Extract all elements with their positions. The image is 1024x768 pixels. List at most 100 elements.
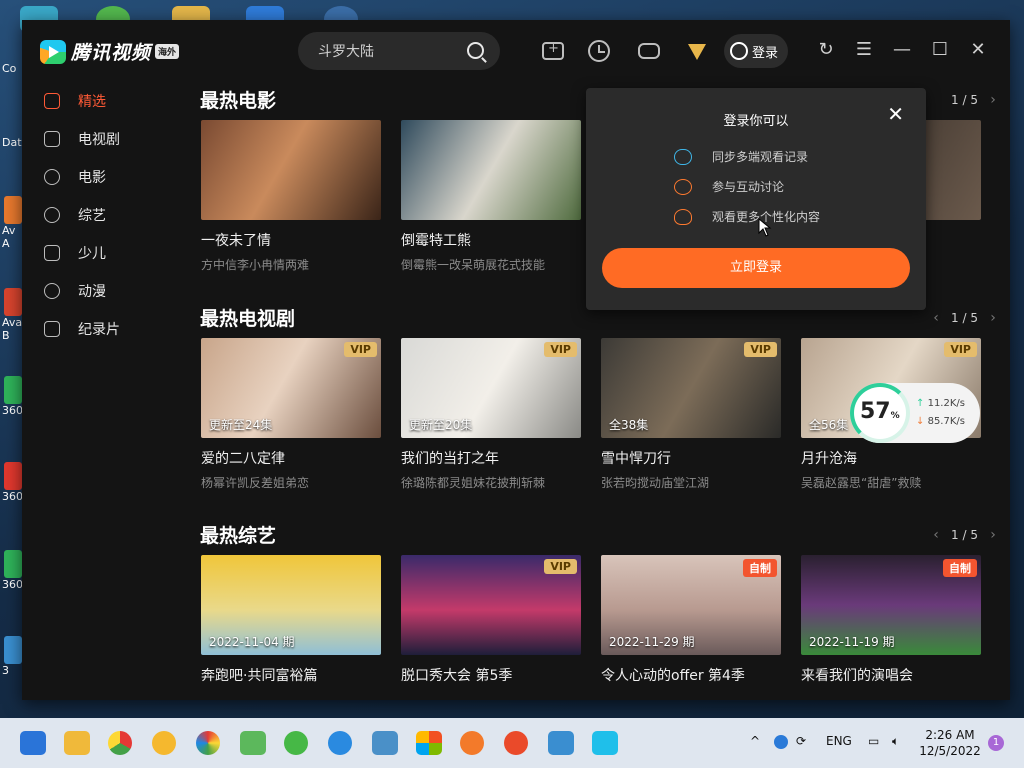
notification-badge[interactable]: 1: [988, 735, 1004, 751]
vip-icon[interactable]: [688, 44, 706, 60]
photos-icon[interactable]: [372, 731, 398, 755]
volume-icon[interactable]: 🔈︎: [892, 734, 899, 749]
brand-tag: 海外: [155, 44, 180, 59]
pager-prev-icon[interactable]: ‹: [929, 310, 943, 326]
video-thumbnail[interactable]: 2022-11-04 期: [201, 555, 381, 655]
video-card[interactable]: VIP 脱口秀大会 第5季: [401, 555, 581, 685]
system-clock[interactable]: 2:26 AM 12/5/2022: [918, 727, 982, 759]
video-title[interactable]: 爱的二八定律: [201, 448, 381, 468]
sidebar-item-label: 少儿: [78, 246, 106, 262]
gamepad-icon[interactable]: [638, 43, 660, 59]
video-title[interactable]: 令人心动的offer 第4季: [601, 665, 781, 685]
vip-badge: VIP: [944, 342, 977, 357]
video-card[interactable]: VIP 全38集 雪中悍刀行 张若昀搅动庙堂江湖: [601, 338, 781, 491]
video-thumbnail[interactable]: VIP: [401, 555, 581, 655]
desktop-icon[interactable]: Dat: [0, 136, 22, 149]
sidebar-item-label: 电视剧: [78, 132, 120, 148]
video-card[interactable]: VIP 更新至20集 我们的当打之年 徐璐陈都灵姐妹花披荆斩棘: [401, 338, 581, 491]
history-clock-icon[interactable]: [588, 40, 610, 62]
security-shield-icon[interactable]: [152, 731, 176, 755]
pager-next-icon[interactable]: ›: [986, 527, 1000, 543]
sidebar-item-documentary[interactable]: 纪录片: [22, 310, 182, 348]
sidebar-item-variety[interactable]: 综艺: [22, 196, 182, 234]
tencent-video-taskbar-icon[interactable]: [592, 731, 618, 755]
video-card[interactable]: 自制 2022-11-19 期 来看我们的演唱会: [801, 555, 981, 685]
pager-prev-icon[interactable]: ‹: [929, 527, 943, 543]
sidebar-item-anime[interactable]: 动漫: [22, 272, 182, 310]
video-title[interactable]: 倒霉特工熊: [401, 230, 581, 250]
video-title[interactable]: 一夜未了情: [201, 230, 381, 250]
app-logo[interactable]: 腾讯视频 海外: [40, 38, 180, 65]
network-icon[interactable]: ▭: [868, 734, 879, 748]
tray-overflow-icon[interactable]: ^: [750, 734, 760, 748]
vip-badge: VIP: [544, 342, 577, 357]
desktop-icon[interactable]: Av A: [0, 196, 22, 250]
video-thumbnail[interactable]: 自制 2022-11-29 期: [601, 555, 781, 655]
sublime-icon[interactable]: [504, 731, 528, 755]
upload-speed: ↑ 11.2K/s: [916, 398, 965, 409]
tray-sync-icon[interactable]: ⟳: [796, 734, 806, 748]
video-card[interactable]: 倒霉特工熊 倒霉熊一改呆萌展花式技能: [401, 120, 581, 273]
video-thumbnail[interactable]: [201, 120, 381, 220]
desktop-icon[interactable]: 360: [0, 550, 23, 591]
video-subtitle: 方中信李小冉情两难: [201, 258, 310, 272]
video-title[interactable]: 雪中悍刀行: [601, 448, 781, 468]
login-now-button[interactable]: 立即登录: [602, 248, 910, 288]
tray-app-icon[interactable]: [774, 735, 788, 749]
minimize-icon[interactable]: —: [890, 38, 914, 62]
chrome-icon[interactable]: [108, 731, 132, 755]
file-explorer-icon[interactable]: [64, 731, 90, 755]
sidebar-item-movie[interactable]: 电影: [22, 158, 182, 196]
ie-browser-icon[interactable]: [328, 731, 352, 755]
video-thumbnail[interactable]: [401, 120, 581, 220]
pager-next-icon[interactable]: ›: [986, 310, 1000, 326]
video-thumbnail[interactable]: VIP 更新至24集: [201, 338, 381, 438]
desktop-icon[interactable]: 360: [0, 376, 23, 417]
video-thumbnail[interactable]: 自制 2022-11-19 期: [801, 555, 981, 655]
bluestacks-icon[interactable]: [240, 731, 266, 755]
desktop-icon-label: 3: [2, 664, 9, 677]
sidebar-item-tv[interactable]: 电视剧: [22, 120, 182, 158]
video-thumbnail[interactable]: VIP 更新至20集: [401, 338, 581, 438]
video-card[interactable]: 2022-11-04 期 奔跑吧·共同富裕篇: [201, 555, 381, 685]
sidebar-item-kids[interactable]: 少儿: [22, 234, 182, 272]
notepad-icon[interactable]: [548, 731, 574, 755]
video-title[interactable]: 来看我们的演唱会: [801, 665, 981, 685]
desktop-icon[interactable]: Ava B: [0, 288, 22, 342]
desktop-icon[interactable]: Co: [0, 62, 22, 75]
pager-next-icon[interactable]: ›: [986, 92, 1000, 108]
video-card[interactable]: VIP 更新至24集 爱的二八定律 杨幂许凯反差姐弟恋: [201, 338, 381, 491]
episode-overlay: 更新至24集: [209, 418, 273, 432]
video-title[interactable]: 奔跑吧·共同富裕篇: [201, 665, 381, 685]
office-icon[interactable]: [416, 731, 442, 755]
color-wheel-app-icon[interactable]: [196, 731, 220, 755]
desktop-icon[interactable]: 360: [0, 462, 23, 503]
refresh-icon[interactable]: ↻: [814, 38, 838, 62]
video-card[interactable]: 自制 2022-11-29 期 令人心动的offer 第4季: [601, 555, 781, 685]
login-button[interactable]: 登录: [724, 34, 788, 68]
maximize-icon[interactable]: ☐: [928, 38, 952, 62]
menu-icon[interactable]: ☰: [852, 38, 876, 62]
play-logo-icon: [40, 39, 66, 64]
video-card[interactable]: 一夜未了情 方中信李小冉情两难: [201, 120, 381, 273]
close-window-icon[interactable]: ✕: [966, 38, 990, 62]
360-browser-icon[interactable]: [284, 731, 308, 755]
search-input[interactable]: [318, 43, 458, 59]
network-speed-widget[interactable]: 57% ↑ 11.2K/s ↓ 85.7K/s: [850, 383, 980, 443]
download-value: 85.7K/s: [927, 416, 965, 427]
search-icon[interactable]: [467, 42, 484, 59]
desktop-icon[interactable]: 3: [0, 636, 22, 677]
video-thumbnail[interactable]: VIP 全38集: [601, 338, 781, 438]
sidebar-item-featured[interactable]: 精选: [22, 82, 182, 120]
upload-video-icon[interactable]: [542, 41, 564, 60]
firefox-icon[interactable]: [460, 731, 484, 755]
thumbs-up-icon: [44, 93, 60, 109]
video-title[interactable]: 月升沧海: [801, 448, 981, 468]
language-indicator[interactable]: ENG: [826, 734, 852, 748]
search-box[interactable]: [298, 32, 500, 70]
video-title[interactable]: 脱口秀大会 第5季: [401, 665, 581, 685]
vip-badge: VIP: [544, 559, 577, 574]
close-icon[interactable]: ✕: [887, 104, 904, 124]
start-windows-icon[interactable]: [20, 731, 46, 755]
video-title[interactable]: 我们的当打之年: [401, 448, 581, 468]
